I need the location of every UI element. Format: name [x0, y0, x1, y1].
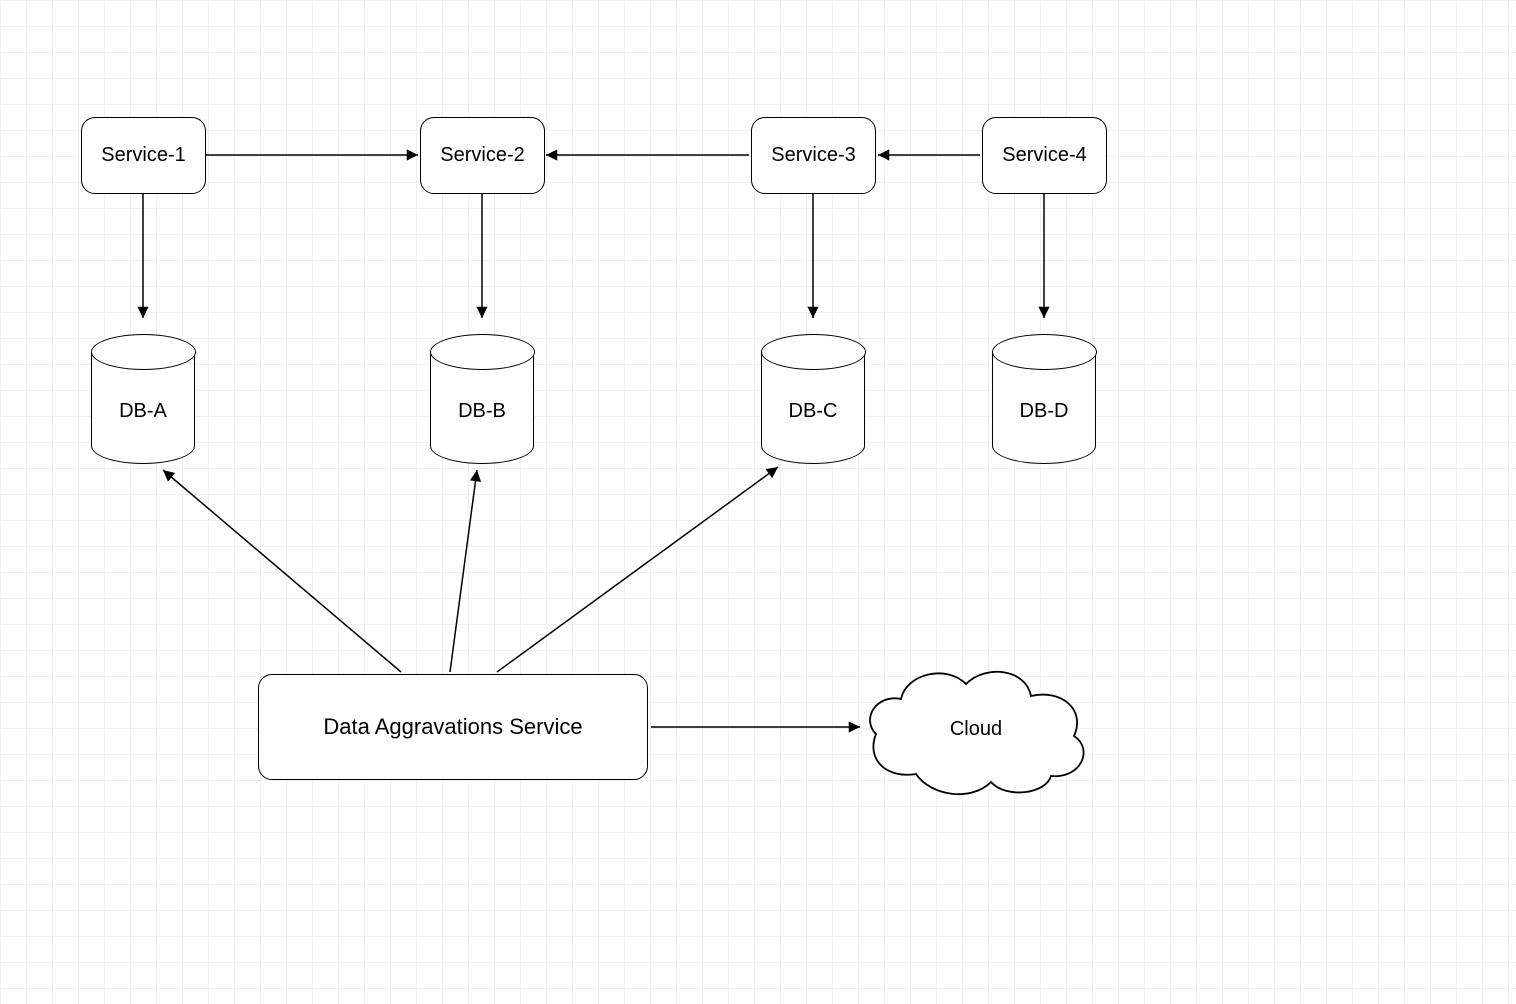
service-3-label: Service-3: [771, 144, 855, 167]
cloud-node: Cloud: [856, 654, 1096, 804]
db-b-label: DB-B: [458, 400, 506, 423]
service-4-label: Service-4: [1002, 144, 1086, 167]
db-c-node: DB-C: [761, 352, 865, 464]
cloud-label: Cloud: [950, 718, 1002, 741]
aggregator-label: Data Aggravations Service: [323, 714, 582, 740]
cloud-label-wrap: Cloud: [856, 654, 1096, 804]
diagram-canvas: Service-1 Service-2 Service-3 Service-4 …: [0, 0, 1516, 1004]
service-2-label: Service-2: [440, 144, 524, 167]
db-a-node: DB-A: [91, 352, 195, 464]
service-1-node: Service-1: [81, 117, 206, 194]
db-a-label: DB-A: [119, 400, 167, 423]
service-1-label: Service-1: [101, 144, 185, 167]
service-2-node: Service-2: [420, 117, 545, 194]
service-4-node: Service-4: [982, 117, 1107, 194]
db-d-label: DB-D: [1020, 400, 1069, 423]
db-b-node: DB-B: [430, 352, 534, 464]
service-3-node: Service-3: [751, 117, 876, 194]
aggregator-node: Data Aggravations Service: [258, 674, 648, 780]
db-c-label: DB-C: [789, 400, 838, 423]
db-d-node: DB-D: [992, 352, 1096, 464]
